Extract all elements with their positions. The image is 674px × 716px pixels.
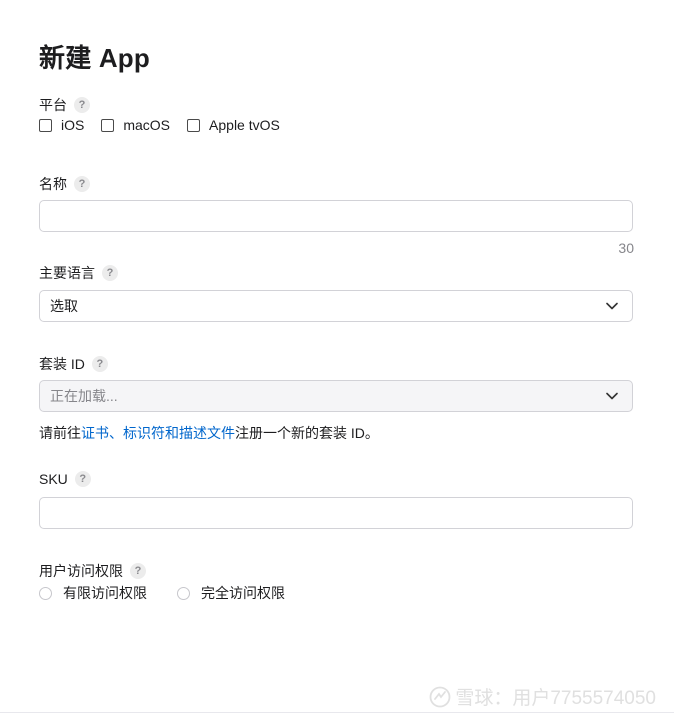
sku-help-icon[interactable]: ?: [74, 471, 91, 487]
primary-language-label-row: 主要语言 ?: [39, 263, 118, 283]
watermark-text: 雪球：用户7755574050: [455, 688, 656, 709]
watermark: 雪球：用户7755574050: [429, 683, 656, 710]
page-title: 新建 App: [39, 43, 150, 73]
name-input[interactable]: [39, 200, 633, 232]
sku-label: SKU: [39, 471, 68, 487]
user-access-label: 用户访问权限: [39, 563, 123, 579]
primary-language-label: 主要语言: [39, 265, 95, 281]
platform-help-icon[interactable]: ?: [74, 97, 90, 113]
bundle-id-help-icon[interactable]: ?: [91, 356, 108, 372]
full-access-label: 完全访问权限: [201, 585, 285, 601]
name-help-icon[interactable]: ?: [74, 176, 90, 192]
user-access-option-full[interactable]: 完全访问权限: [177, 583, 285, 603]
name-label: 名称: [39, 176, 67, 192]
user-access-options: 有限访问权限 完全访问权限: [39, 583, 315, 603]
platform-options: iOS macOS Apple tvOS: [39, 117, 297, 133]
primary-language-help-icon[interactable]: ?: [102, 265, 118, 281]
ios-label: iOS: [61, 117, 85, 133]
user-access-label-row: 用户访问权限 ?: [39, 561, 146, 581]
limited-access-label: 有限访问权限: [63, 585, 147, 601]
name-char-counter: 30: [618, 240, 634, 256]
tvos-checkbox[interactable]: [187, 118, 201, 132]
primary-language-select[interactable]: 选取: [39, 290, 633, 322]
platform-option-ios[interactable]: iOS: [39, 117, 84, 133]
chevron-down-icon: [606, 302, 618, 310]
macos-checkbox[interactable]: [101, 118, 115, 132]
macos-label: macOS: [123, 117, 171, 133]
sku-input[interactable]: [39, 497, 633, 529]
primary-language-selected: 选取: [50, 298, 78, 314]
platform-option-macos[interactable]: macOS: [101, 117, 170, 133]
certificates-link[interactable]: 证书、标识符和描述文件: [81, 425, 235, 441]
tvos-label: Apple tvOS: [209, 117, 280, 133]
bundle-id-label-row: 套装 ID ?: [39, 354, 108, 374]
user-access-option-limited[interactable]: 有限访问权限: [39, 583, 147, 603]
chevron-down-icon: [606, 392, 618, 400]
bundle-id-note-suffix: 注册一个新的套装 ID。: [235, 425, 379, 441]
ios-checkbox[interactable]: [39, 118, 52, 132]
limited-access-radio[interactable]: [39, 586, 52, 600]
bundle-id-select[interactable]: 正在加载...: [39, 380, 633, 412]
platform-label: 平台: [39, 97, 67, 113]
bundle-id-label: 套装 ID: [39, 356, 85, 372]
bundle-id-note-prefix: 请前往: [39, 425, 81, 441]
bundle-id-note: 请前往证书、标识符和描述文件注册一个新的套装 ID。: [39, 423, 379, 443]
full-access-radio[interactable]: [177, 586, 190, 600]
user-access-help-icon[interactable]: ?: [130, 563, 146, 579]
bottom-divider: [0, 712, 674, 713]
name-label-row: 名称 ?: [39, 174, 90, 194]
platform-option-tvos[interactable]: Apple tvOS: [187, 117, 280, 133]
snowball-logo-icon: [429, 686, 451, 707]
sku-label-row: SKU ?: [39, 471, 91, 487]
bundle-id-selected: 正在加载...: [50, 388, 118, 404]
platform-label-row: 平台 ?: [39, 95, 90, 115]
